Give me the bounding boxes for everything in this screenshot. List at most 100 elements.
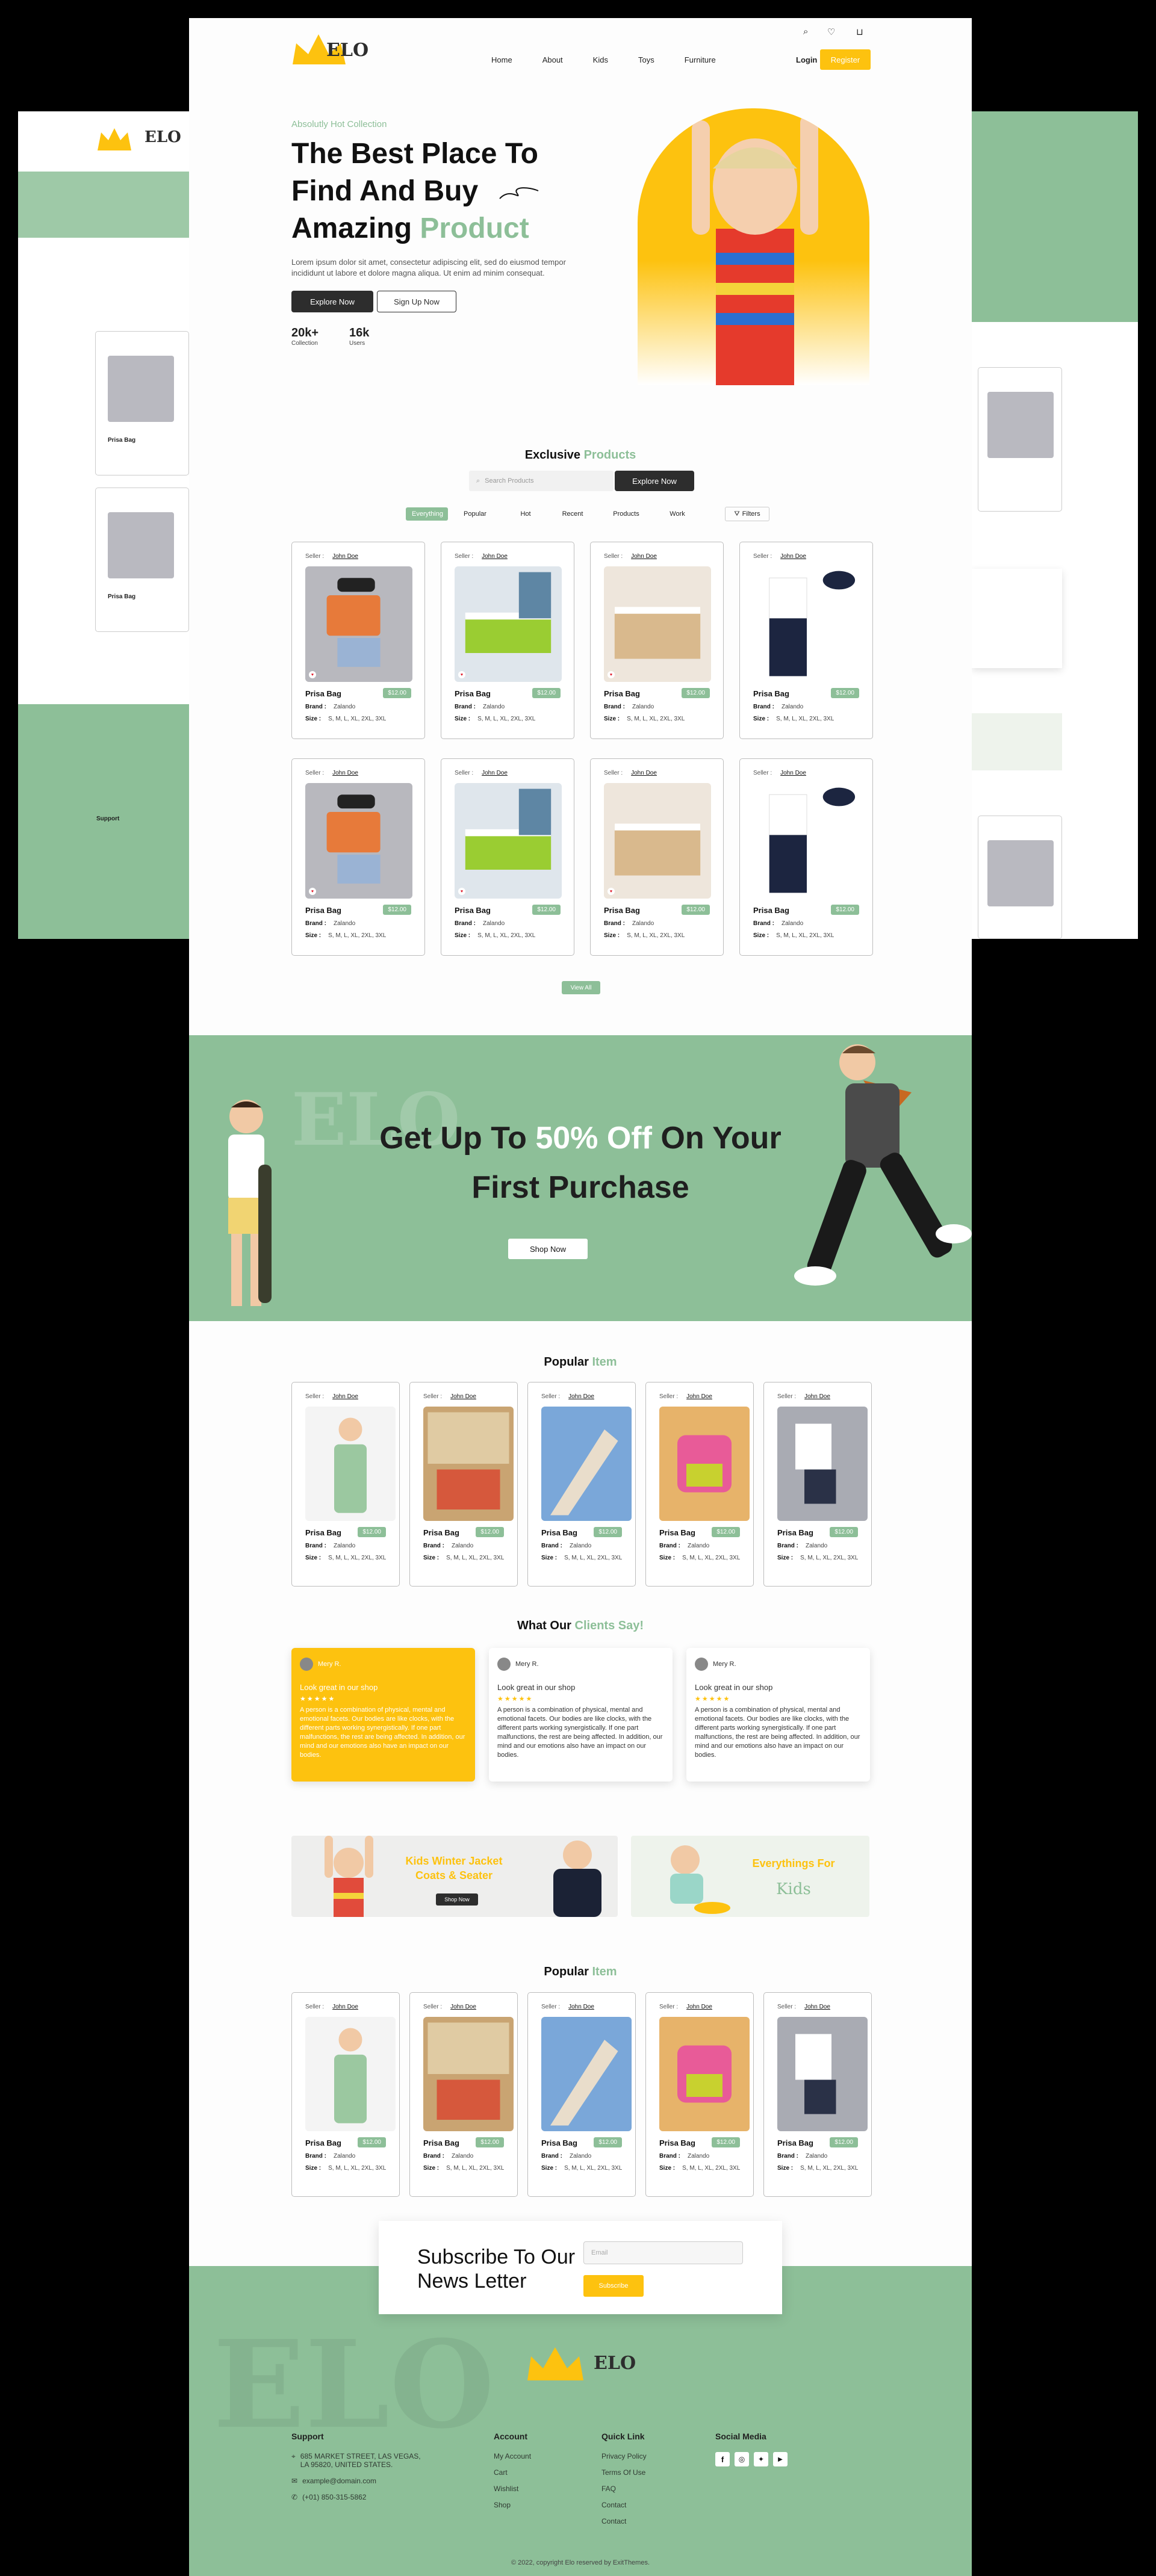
product-image[interactable] [541,1407,632,1521]
seller-link[interactable]: John Doe [450,2004,476,2010]
youtube-icon[interactable]: ▶ [773,2452,788,2466]
seller-link[interactable]: John Doe [568,1393,594,1400]
seller-link[interactable]: John Doe [482,770,508,776]
cart-icon[interactable]: ⊔ [856,26,863,37]
product-card[interactable]: Seller : John Doe ♥ Prisa Bag $12.00 Bran… [291,542,425,739]
seller-link[interactable]: John Doe [780,553,806,560]
seller-link[interactable]: John Doe [332,1393,358,1400]
product-image[interactable] [753,566,860,682]
wishlist-heart-icon[interactable]: ♥ [309,671,316,678]
product-card[interactable]: Seller : John Doe ♥ Prisa Bag $12.00 Bran… [441,542,574,739]
footer-link-privacy[interactable]: Privacy Policy [601,2452,647,2460]
product-image[interactable] [423,1407,514,1521]
footer-link-my-account[interactable]: My Account [494,2452,531,2460]
product-image[interactable] [777,1407,868,1521]
seller-link[interactable]: John Doe [332,2004,358,2010]
tab-everything[interactable]: Everything [406,507,448,521]
facebook-icon[interactable]: f [715,2452,730,2466]
footer-link-contact-2[interactable]: Contact [601,2517,647,2525]
seller-link[interactable]: John Doe [804,1393,830,1400]
winter-shop-button[interactable]: Shop Now [436,1893,478,1906]
wishlist-heart-icon[interactable]: ♥ [309,888,316,895]
nav-home[interactable]: Home [491,55,512,64]
product-card[interactable]: Seller : John Doe Prisa Bag $12.00 Brand … [645,1992,754,2197]
product-card[interactable]: Seller : John Doe ♥ Prisa Bag $12.00 Bran… [590,542,724,739]
product-card[interactable]: Seller : John Doe Prisa Bag $12.00 Brand … [409,1992,518,2197]
product-image[interactable] [423,2017,514,2131]
footer-link-faq[interactable]: FAQ [601,2485,647,2493]
wishlist-heart-icon[interactable]: ♥ [608,888,615,895]
sign-up-button[interactable]: Sign Up Now [377,291,456,312]
wishlist-heart-icon[interactable]: ♥ [458,888,465,895]
wishlist-heart-icon[interactable]: ♥ [458,671,465,678]
tab-hot[interactable]: Hot [502,507,549,521]
product-image[interactable] [305,2017,396,2131]
seller-link[interactable]: John Doe [332,770,358,776]
product-image[interactable] [777,2017,868,2131]
tab-products[interactable]: Products [596,507,656,521]
product-card[interactable]: Seller : John Doe Prisa Bag $12.00 Brand … [409,1382,518,1587]
seller-link[interactable]: John Doe [568,2004,594,2010]
nav-toys[interactable]: Toys [638,55,654,64]
tab-work[interactable]: Work [656,507,698,521]
product-card[interactable]: Seller : John Doe Prisa Bag $12.00 Brand … [291,1382,400,1587]
seller-link[interactable]: John Doe [482,553,508,560]
product-image[interactable]: ♥ [305,566,412,682]
seller-link[interactable]: John Doe [686,1393,712,1400]
seller-link[interactable]: John Doe [332,553,358,560]
view-all-button[interactable]: View All [562,981,600,994]
register-button[interactable]: Register [820,49,871,70]
login-link[interactable]: Login [796,55,817,64]
nav-about[interactable]: About [542,55,563,64]
product-image[interactable]: ♥ [455,566,562,682]
logo[interactable]: ELO [291,31,368,73]
product-image[interactable]: ♥ [305,783,412,899]
product-card[interactable]: Seller : John Doe Prisa Bag $12.00 Brand … [763,1382,872,1587]
tab-popular[interactable]: Popular [448,507,502,521]
footer-logo[interactable]: ELO [526,2344,636,2386]
product-search-input[interactable]: ⌕ Search Products [469,471,614,491]
footer-link-terms[interactable]: Terms Of Use [601,2468,647,2477]
promo-shop-button[interactable]: Shop Now [508,1239,588,1259]
seller-link[interactable]: John Doe [631,770,657,776]
product-card[interactable]: Seller : John Doe Prisa Bag $12.00 Brand … [739,542,873,739]
tab-recent[interactable]: Recent [549,507,596,521]
product-image[interactable] [541,2017,632,2131]
search-explore-button[interactable]: Explore Now [615,471,694,491]
product-card[interactable]: Seller : John Doe Prisa Bag $12.00 Brand … [291,1992,400,2197]
seller-link[interactable]: John Doe [780,770,806,776]
product-card[interactable]: Seller : John Doe Prisa Bag $12.00 Brand … [527,1992,636,2197]
product-image[interactable] [659,2017,750,2131]
footer-link-contact[interactable]: Contact [601,2501,647,2509]
winter-jacket-banner[interactable]: Kids Winter Jacket Coats & Seater Shop N… [291,1836,618,1917]
nav-kids[interactable]: Kids [593,55,608,64]
newsletter-email-input[interactable]: Email [583,2241,743,2264]
product-card[interactable]: Seller : John Doe ♥ Prisa Bag $12.00 Bran… [291,758,425,956]
footer-link-cart[interactable]: Cart [494,2468,531,2477]
product-card[interactable]: Seller : John Doe Prisa Bag $12.00 Brand … [527,1382,636,1587]
seller-link[interactable]: John Doe [631,553,657,560]
twitter-icon[interactable]: ✦ [754,2452,768,2466]
seller-link[interactable]: John Doe [450,1393,476,1400]
product-image[interactable] [305,1407,396,1521]
footer-phone[interactable]: ✆ (+01) 850-315-5862 [291,2493,430,2501]
explore-now-button[interactable]: Explore Now [291,291,373,312]
footer-link-shop[interactable]: Shop [494,2501,531,2509]
seller-link[interactable]: John Doe [804,2004,830,2010]
wishlist-heart-icon[interactable]: ♥ [608,671,615,678]
seller-link[interactable]: John Doe [686,2004,712,2010]
instagram-icon[interactable]: ◎ [735,2452,749,2466]
product-card[interactable]: Seller : John Doe Prisa Bag $12.00 Brand … [645,1382,754,1587]
search-icon[interactable]: ⌕ [803,26,808,37]
footer-link-wishlist[interactable]: Wishlist [494,2485,531,2493]
product-image[interactable]: ♥ [604,566,711,682]
product-card[interactable]: Seller : John Doe Prisa Bag $12.00 Brand … [763,1992,872,2197]
nav-furniture[interactable]: Furniture [685,55,716,64]
product-image[interactable]: ♥ [455,783,562,899]
product-card[interactable]: Seller : John Doe ♥ Prisa Bag $12.00 Bran… [441,758,574,956]
product-card[interactable]: Seller : John Doe Prisa Bag $12.00 Brand … [739,758,873,956]
footer-email[interactable]: ✉ example@domain.com [291,2477,430,2485]
product-image[interactable] [659,1407,750,1521]
product-image[interactable]: ♥ [604,783,711,899]
everything-kids-banner[interactable]: Everythings For Kids [631,1836,869,1917]
